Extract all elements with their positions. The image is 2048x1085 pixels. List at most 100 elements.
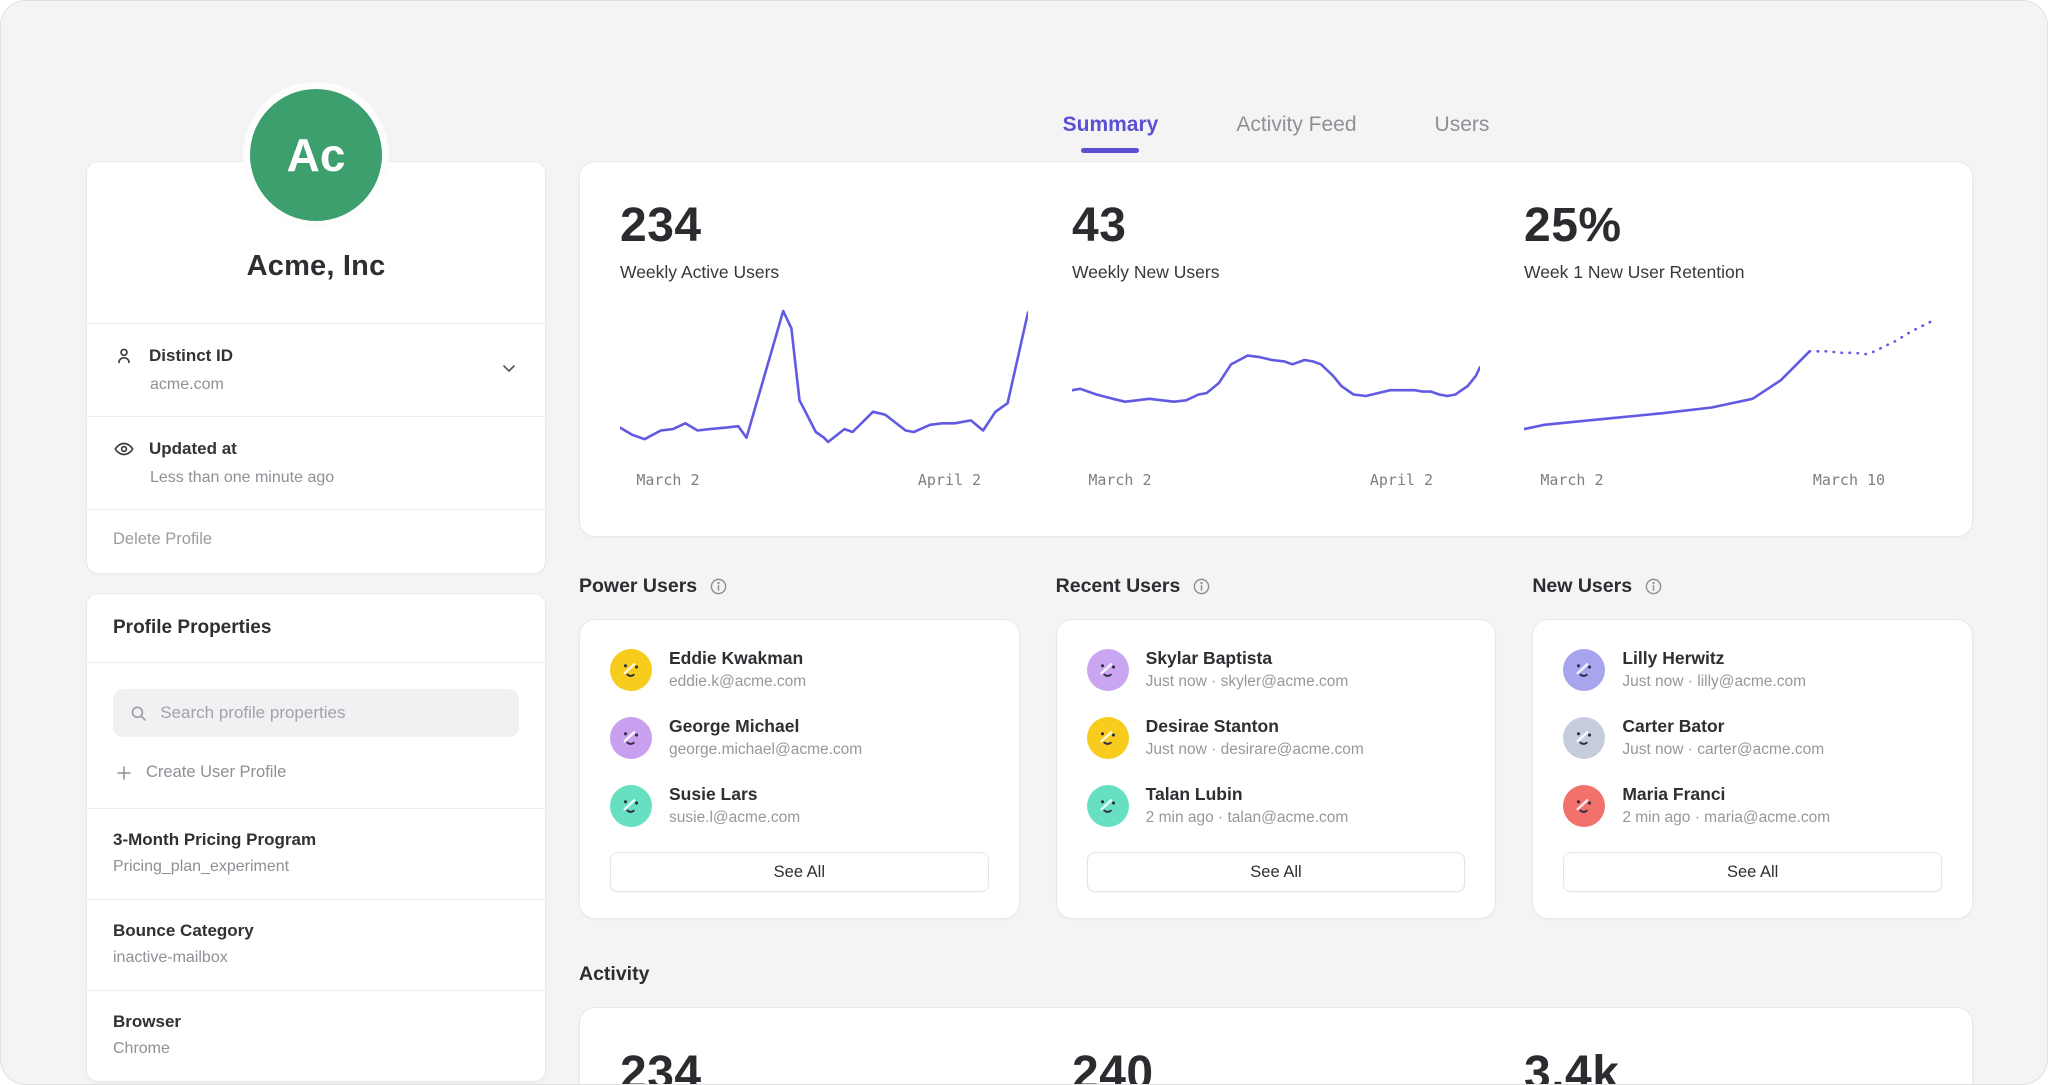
tab-bar: Summary Activity Feed Users [579, 1, 1973, 153]
user-list-item[interactable]: Maria Franci 2 min ago · maria@acme.com [1563, 784, 1942, 827]
create-user-profile-button[interactable]: Create User Profile [115, 763, 286, 782]
user-name: Desirae Stanton [1146, 716, 1364, 737]
profile-summary-card: Acme, Inc Distinct ID acme.com [86, 161, 546, 574]
property-row[interactable]: Bounce Category inactive-mailbox [87, 899, 545, 990]
plus-icon [115, 764, 133, 782]
user-list-item[interactable]: Carter Bator Just now · carter@acme.com [1563, 716, 1942, 759]
stat-label: Weekly New Users [1072, 262, 1480, 283]
user-avatar [1563, 785, 1605, 827]
stat-label: Weekly Active Users [620, 262, 1028, 283]
distinct-id-value: acme.com [150, 376, 519, 394]
user-lists-row: Power Users [579, 575, 1973, 919]
doodle-face-icon [616, 655, 646, 685]
delete-profile-button[interactable]: Delete Profile [87, 509, 545, 573]
weekly-new-users-chart [1072, 307, 1480, 459]
user-list-item[interactable]: Skylar Baptista Just now · skyler@acme.c… [1087, 648, 1466, 691]
user-list-card: Eddie Kwakman eddie.k@acme.com George Mi… [579, 619, 1020, 919]
activity-stat-value: 240 [1072, 1046, 1480, 1085]
activity-stat-value: 234 [620, 1046, 1028, 1085]
user-meta: george.michael@acme.com [669, 741, 862, 759]
doodle-face-icon [1569, 655, 1599, 685]
distinct-id-expand-button[interactable] [499, 359, 519, 382]
user-meta: 2 min ago · talan@acme.com [1146, 809, 1349, 827]
x-axis-tick: April 2 [1370, 471, 1433, 489]
see-all-button[interactable]: See All [610, 852, 989, 892]
info-button[interactable] [709, 577, 728, 596]
user-avatar [1087, 717, 1129, 759]
weekly-new-users-panel: 43 Weekly New Users March 2 April 2 [1072, 198, 1480, 510]
doodle-face-icon [616, 723, 646, 753]
person-icon [113, 345, 135, 367]
info-icon [1644, 577, 1663, 596]
user-name: Carter Bator [1622, 716, 1824, 737]
info-icon [1192, 577, 1211, 596]
doodle-face-icon [1093, 723, 1123, 753]
user-avatar [1563, 717, 1605, 759]
active-tab-indicator [1081, 148, 1139, 153]
doodle-face-icon [1569, 791, 1599, 821]
updated-at-row: Updated at Less than one minute ago [87, 416, 545, 509]
tab-users[interactable]: Users [1435, 113, 1490, 153]
info-icon [709, 577, 728, 596]
search-icon [129, 703, 148, 724]
see-all-button[interactable]: See All [1087, 852, 1466, 892]
user-name: Skylar Baptista [1146, 648, 1349, 669]
user-meta: eddie.k@acme.com [669, 673, 806, 691]
user-name: George Michael [669, 716, 862, 737]
x-axis-tick: April 2 [918, 471, 981, 489]
profile-page: Ac Acme, Inc Distinct ID acme.com [0, 0, 2048, 1085]
user-meta: 2 min ago · maria@acme.com [1622, 809, 1830, 827]
property-name: Browser [113, 1012, 519, 1032]
tab-summary[interactable]: Summary [1063, 113, 1159, 153]
user-list-item[interactable]: Talan Lubin 2 min ago · talan@acme.com [1087, 784, 1466, 827]
activity-stats-card: 234 240 3.4k [579, 1007, 1973, 1085]
eye-icon [113, 438, 135, 460]
weekly-active-users-chart [620, 307, 1028, 459]
section-title: New Users [1532, 575, 1632, 598]
x-axis-tick: March 2 [1088, 471, 1151, 489]
user-list-card: Skylar Baptista Just now · skyler@acme.c… [1056, 619, 1497, 919]
retention-chart [1524, 307, 1932, 459]
search-input[interactable] [160, 703, 503, 723]
property-row[interactable]: 3-Month Pricing Program Pricing_plan_exp… [87, 808, 545, 899]
user-list-item[interactable]: George Michael george.michael@acme.com [610, 716, 989, 759]
main-content: Summary Activity Feed Users 234 Weekly A… [579, 1, 1973, 1085]
x-axis: March 2 April 2 [620, 471, 1028, 489]
property-name: Bounce Category [113, 921, 519, 941]
tab-activity-feed[interactable]: Activity Feed [1236, 113, 1356, 153]
property-row[interactable]: Browser Chrome [87, 990, 545, 1081]
chevron-down-icon [499, 359, 519, 379]
property-value: Chrome [113, 1040, 519, 1058]
distinct-id-row: Distinct ID acme.com [87, 323, 545, 416]
retention-panel: 25% Week 1 New User Retention March 2 Ma… [1524, 198, 1932, 510]
user-list-item[interactable]: Desirae Stanton Just now · desirare@acme… [1087, 716, 1466, 759]
profile-properties-search[interactable] [113, 689, 519, 737]
property-value: Pricing_plan_experiment [113, 858, 519, 876]
user-meta: Just now · skyler@acme.com [1146, 673, 1349, 691]
doodle-face-icon [1093, 655, 1123, 685]
user-meta: Just now · carter@acme.com [1622, 741, 1824, 759]
user-list-item[interactable]: Eddie Kwakman eddie.k@acme.com [610, 648, 989, 691]
stat-value: 25% [1524, 198, 1932, 253]
see-all-button[interactable]: See All [1563, 852, 1942, 892]
info-button[interactable] [1192, 577, 1211, 596]
user-name: Eddie Kwakman [669, 648, 806, 669]
stats-charts-card: 234 Weekly Active Users March 2 April 2 … [579, 161, 1973, 537]
user-avatar [610, 649, 652, 691]
activity-section: Activity 234 240 3.4k [579, 963, 1973, 1085]
user-list-item[interactable]: Susie Lars susie.l@acme.com [610, 784, 989, 827]
company-avatar-initials: Ac [287, 128, 346, 182]
doodle-face-icon [616, 791, 646, 821]
user-avatar [1087, 649, 1129, 691]
user-name: Susie Lars [669, 784, 800, 805]
activity-title: Activity [579, 963, 1973, 986]
user-avatar [1563, 649, 1605, 691]
company-avatar: Ac [250, 89, 382, 221]
updated-at-value: Less than one minute ago [150, 469, 519, 487]
x-axis: March 2 April 2 [1072, 471, 1480, 489]
property-value: inactive-mailbox [113, 949, 519, 967]
user-list-item[interactable]: Lilly Herwitz Just now · lilly@acme.com [1563, 648, 1942, 691]
user-meta: Just now · desirare@acme.com [1146, 741, 1364, 759]
info-button[interactable] [1644, 577, 1663, 596]
user-name: Talan Lubin [1146, 784, 1349, 805]
